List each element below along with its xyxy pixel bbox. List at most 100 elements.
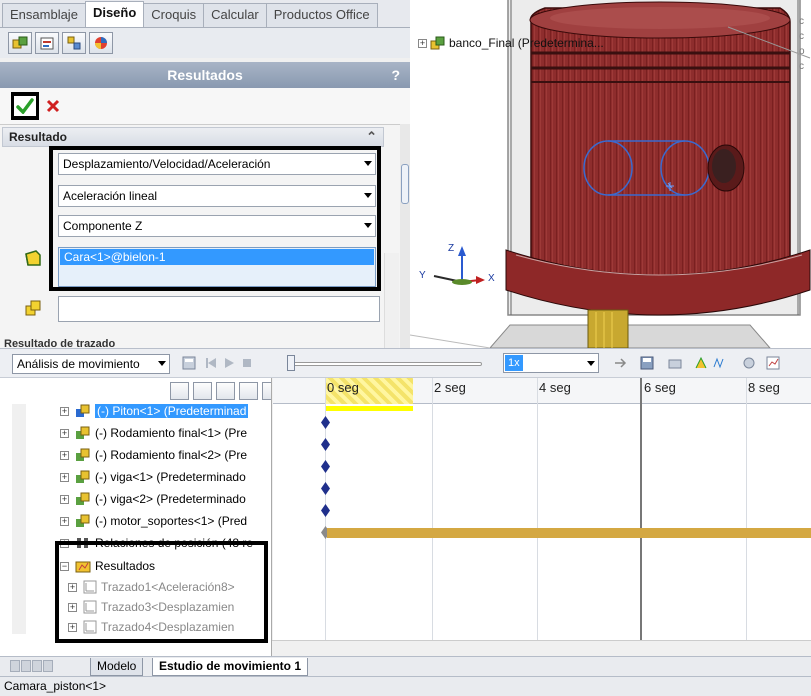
last-tab-icon[interactable]	[43, 660, 53, 672]
timeline-area[interactable]: 0 seg 2 seg 4 seg 6 seg 8 seg	[273, 378, 811, 640]
end-time-line[interactable]	[640, 378, 642, 640]
tree-item[interactable]: + (-) viga<2> (Predeterminado	[60, 489, 246, 509]
stop-icon[interactable]	[240, 356, 254, 370]
expand-icon[interactable]: +	[60, 538, 69, 548]
time-tick: 8 seg	[748, 380, 780, 395]
triad-x-label: X	[488, 273, 495, 284]
part-icon	[76, 492, 90, 505]
tab-croquis[interactable]: Croquis	[143, 3, 205, 27]
timeline-hscrollbar[interactable]	[272, 640, 811, 656]
expand-icon[interactable]: +	[60, 516, 69, 526]
prev-tab-icon[interactable]	[21, 660, 31, 672]
key-point[interactable]	[321, 438, 330, 451]
component-select[interactable]: Componente Z	[58, 215, 376, 237]
expand-icon[interactable]: +	[68, 622, 77, 632]
playback-slider-track[interactable]	[292, 362, 482, 366]
help-button[interactable]: ?	[391, 62, 400, 88]
graphics-area[interactable]: + banco_Final (Predetermina... Z Y X c c…	[410, 0, 811, 348]
assembly-icon	[430, 36, 445, 50]
cancel-button[interactable]	[43, 95, 63, 117]
rewind-icon[interactable]	[204, 356, 218, 370]
key-point[interactable]	[321, 460, 330, 473]
ok-button[interactable]	[11, 93, 39, 119]
expand-icon[interactable]: +	[60, 472, 69, 482]
display-manager-button[interactable]	[89, 32, 113, 54]
tree-item-plot[interactable]: + Trazado1<Aceleración8>	[68, 577, 235, 597]
filter-results-icon[interactable]	[262, 382, 271, 400]
next-tab-icon[interactable]	[32, 660, 42, 672]
part-icon	[76, 404, 90, 417]
selected-entity[interactable]: Cara<1>@bielon-1	[60, 249, 374, 265]
property-manager-button[interactable]	[35, 32, 59, 54]
tab-nav-arrows	[10, 660, 53, 672]
entity-selection-box[interactable]: Cara<1>@bielon-1	[58, 247, 376, 287]
time-tick: 4 seg	[539, 380, 571, 395]
filter-animated-icon[interactable]	[193, 382, 212, 400]
filter-selected-icon[interactable]	[239, 382, 258, 400]
tree-item-mates[interactable]: + Relaciones de posición (48 re	[60, 533, 253, 553]
property-manager-scrollbar[interactable]	[384, 253, 399, 348]
playback-speed-select[interactable]: 1x	[503, 353, 599, 373]
filter-icon[interactable]	[170, 382, 189, 400]
tree-item[interactable]: + (-) Rodamiento final<2> (Pre	[60, 445, 247, 465]
filter-driving-icon[interactable]	[216, 382, 235, 400]
part-icon	[76, 426, 90, 439]
camera-icon[interactable]	[668, 356, 682, 370]
section-resultado[interactable]: Resultado ⌃	[2, 127, 384, 147]
tab-modelo[interactable]: Modelo	[90, 658, 144, 676]
tab-calcular[interactable]: Calcular	[203, 3, 267, 27]
expand-icon[interactable]: +	[60, 450, 69, 460]
save-icon[interactable]	[640, 356, 654, 370]
results-plot-icon[interactable]	[766, 356, 780, 370]
collapse-icon[interactable]: ⌃	[366, 128, 377, 146]
property-icon	[40, 37, 54, 50]
feature-manager-button[interactable]	[8, 32, 32, 54]
triad-z-label: Z	[448, 243, 455, 254]
mates-timeline-bar[interactable]	[327, 528, 811, 538]
tree-item[interactable]: + (-) Piton<1> (Predeterminad	[60, 401, 249, 421]
expand-icon[interactable]: +	[418, 38, 427, 48]
command-manager-tabs: Ensamblaje Diseño Croquis Calcular Produ…	[0, 0, 410, 28]
tree-scrollbar[interactable]	[12, 404, 26, 634]
panel-splitter[interactable]	[400, 124, 410, 348]
part-icon	[76, 514, 90, 527]
expand-icon[interactable]: +	[60, 494, 69, 504]
tab-ensamblaje[interactable]: Ensamblaje	[2, 3, 86, 27]
tree-item-plot[interactable]: + Trazado4<Desplazamien	[68, 617, 234, 637]
key-point[interactable]	[321, 416, 330, 429]
tab-estudio-movimiento[interactable]: Estudio de movimiento 1	[152, 658, 309, 676]
spring-icon[interactable]	[712, 356, 726, 370]
key-point[interactable]	[321, 504, 330, 517]
expand-icon[interactable]: +	[68, 582, 77, 592]
play-icon[interactable]	[222, 356, 236, 370]
first-tab-icon[interactable]	[10, 660, 20, 672]
calculate-icon[interactable]	[182, 356, 196, 370]
appearance-icon	[95, 37, 107, 49]
motor-icon[interactable]	[694, 356, 708, 370]
tree-item-results-folder[interactable]: − Resultados	[60, 556, 155, 576]
tree-item-plot[interactable]: + Trazado3<Desplazamien	[68, 597, 234, 617]
arrow-right-icon[interactable]	[614, 356, 628, 370]
grid-line	[537, 378, 538, 640]
splitter-grip[interactable]	[401, 164, 409, 204]
subtype-select[interactable]: Aceleración lineal	[58, 185, 376, 207]
expand-icon[interactable]: +	[60, 406, 69, 416]
tab-diseno[interactable]: Diseño	[84, 1, 145, 27]
contact-icon[interactable]	[742, 356, 756, 370]
result-type-select[interactable]: Desplazamiento/Velocidad/Aceleración	[58, 153, 376, 175]
time-bar-marker[interactable]	[325, 406, 413, 411]
playback-slider-handle[interactable]	[287, 355, 295, 371]
tree-item[interactable]: + (-) viga<1> (Predeterminado	[60, 467, 246, 487]
triad-y-label: Y	[419, 270, 426, 281]
assembly-tree-root[interactable]: + banco_Final (Predetermina...	[418, 36, 604, 50]
expand-icon[interactable]: +	[68, 602, 77, 612]
tree-item[interactable]: + (-) Rodamiento final<1> (Pre	[60, 423, 247, 443]
key-point[interactable]	[321, 482, 330, 495]
collapse-icon[interactable]: −	[60, 561, 69, 571]
tree-item[interactable]: + (-) motor_soportes<1> (Pred	[60, 511, 247, 531]
expand-icon[interactable]: +	[60, 428, 69, 438]
study-type-select[interactable]: Análisis de movimiento	[12, 354, 170, 374]
component-selection-box[interactable]	[58, 296, 380, 322]
tab-productos-office[interactable]: Productos Office	[265, 3, 378, 27]
configuration-manager-button[interactable]	[62, 32, 86, 54]
